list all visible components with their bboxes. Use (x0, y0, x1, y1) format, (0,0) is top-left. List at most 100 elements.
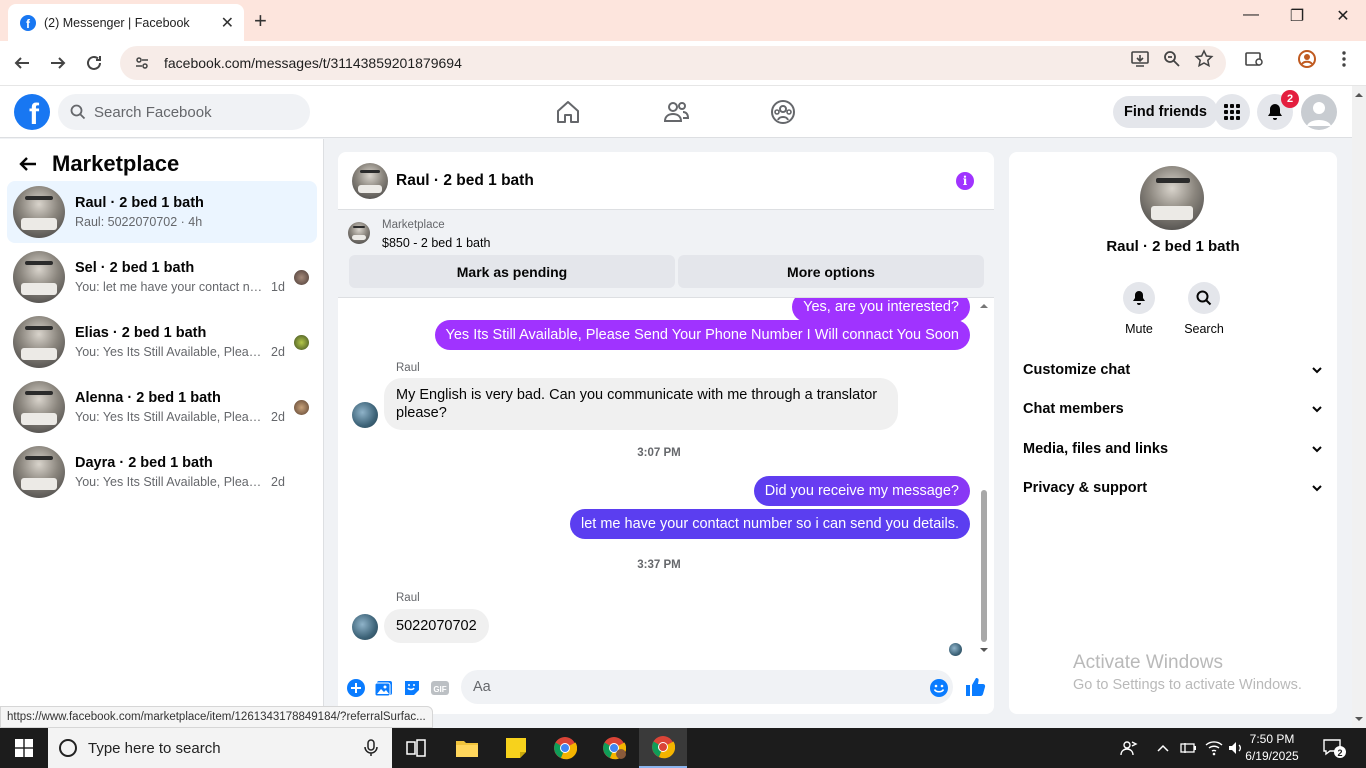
outgoing-message: Did you receive my message? (753, 476, 970, 506)
media-files-links-section[interactable]: Media, files and links (1023, 435, 1323, 463)
conversation-name: Raul · 2 bed 1 bath (75, 195, 204, 211)
sticker-icon[interactable] (402, 678, 422, 698)
wifi-icon[interactable] (1205, 728, 1223, 768)
listing-price[interactable]: $850 - 2 bed 1 bath (382, 236, 490, 250)
chat-scrollbar[interactable] (980, 302, 988, 652)
activate-windows-title: Activate Windows (1073, 652, 1223, 673)
windows-start-icon[interactable] (0, 728, 48, 768)
listing-thumbnail[interactable] (348, 222, 370, 244)
find-friends-button[interactable]: Find friends (1113, 96, 1218, 128)
chat-title[interactable]: Raul · 2 bed 1 bath (396, 172, 534, 190)
taskbar-clock[interactable]: 7:50 PM 6/19/2025 (1236, 731, 1308, 765)
sidebar-header: Marketplace (18, 151, 179, 177)
conversation-item[interactable]: Dayra · 2 bed 1 bath You: Yes Its Still … (7, 441, 317, 503)
back-icon[interactable] (10, 51, 34, 75)
chat-details-panel: Raul · 2 bed 1 bath Mute Search Customiz… (1009, 152, 1337, 714)
like-icon[interactable] (964, 676, 986, 696)
conversation-time: 1d (271, 280, 285, 294)
zoom-icon[interactable] (1162, 49, 1182, 69)
forward-icon[interactable] (46, 51, 70, 75)
message-input[interactable] (461, 670, 953, 704)
address-bar[interactable]: facebook.com/messages/t/3114385920187969… (120, 46, 1226, 80)
conversation-time: 2d (271, 410, 285, 424)
search-in-chat-button[interactable]: Search (1174, 282, 1234, 336)
sender-avatar[interactable] (352, 614, 378, 640)
taskbar-search[interactable] (48, 728, 392, 768)
search-icon (1196, 290, 1212, 306)
browser-menu-icon[interactable] (1334, 49, 1354, 69)
conversation-item[interactable]: Sel · 2 bed 1 bath You: let me have your… (7, 246, 317, 308)
profile-icon[interactable] (1297, 49, 1317, 69)
action-center-icon[interactable]: 2 (1322, 728, 1346, 768)
back-arrow-icon[interactable] (18, 154, 38, 174)
more-options-button[interactable]: More options (678, 255, 984, 288)
menu-grid-icon[interactable] (1214, 94, 1250, 130)
people-icon[interactable] (1120, 728, 1138, 768)
show-hidden-icons-icon[interactable] (1156, 728, 1170, 768)
page-scrollbar[interactable] (1352, 86, 1366, 728)
chat-header: Raul · 2 bed 1 bath i (338, 152, 994, 210)
conversation-name: Alenna · 2 bed 1 bath (75, 390, 221, 406)
chrome-icon[interactable] (541, 728, 589, 768)
tab-close-icon[interactable]: ✕ (221, 13, 234, 33)
chevron-down-icon (1312, 406, 1322, 413)
reading-list-icon[interactable] (1244, 49, 1264, 69)
facebook-search[interactable] (58, 94, 310, 130)
privacy-support-section[interactable]: Privacy & support (1023, 474, 1323, 502)
sender-avatar[interactable] (352, 402, 378, 428)
conversation-preview: Raul: 5022070702 · 4h (75, 215, 203, 229)
microphone-icon[interactable] (364, 739, 378, 757)
listing-thumbnail (13, 186, 65, 238)
photo-icon[interactable] (374, 678, 394, 698)
battery-icon[interactable] (1180, 728, 1198, 768)
clock-time: 7:50 PM (1249, 732, 1295, 746)
chat-members-section[interactable]: Chat members (1023, 395, 1323, 423)
home-icon[interactable] (554, 98, 582, 126)
bookmark-star-icon[interactable] (1194, 49, 1214, 69)
browser-tab[interactable]: f (2) Messenger | Facebook ✕ (8, 4, 244, 41)
mute-button[interactable]: Mute (1109, 282, 1169, 336)
scrollbar-thumb[interactable] (981, 490, 987, 642)
sticky-notes-icon[interactable] (492, 728, 540, 768)
conversation-name: Sel · 2 bed 1 bath (75, 260, 195, 276)
reload-icon[interactable] (82, 51, 106, 75)
restore-icon[interactable]: ❐ (1274, 6, 1320, 26)
customize-chat-section[interactable]: Customize chat (1023, 356, 1323, 384)
incoming-message: My English is very bad. Can you communic… (384, 378, 898, 430)
section-label: Chat members (1023, 401, 1124, 417)
conversation-time: 2d (271, 345, 285, 359)
conversation-item[interactable]: Alenna · 2 bed 1 bath You: Yes Its Still… (7, 376, 317, 438)
gif-icon[interactable]: GIF (430, 678, 450, 698)
conversation-item[interactable]: Raul · 2 bed 1 bath Raul: 5022070702 · 4… (7, 181, 317, 243)
file-explorer-icon[interactable] (443, 728, 491, 768)
chevron-down-icon (1312, 485, 1322, 492)
site-settings-icon[interactable] (134, 55, 150, 71)
install-app-icon[interactable] (1130, 49, 1150, 69)
plus-icon[interactable] (346, 678, 366, 698)
message-composer: GIF (338, 666, 994, 710)
minimize-icon[interactable]: — (1228, 6, 1274, 24)
conversation-item[interactable]: Elias · 2 bed 1 bath You: Yes Its Still … (7, 311, 317, 373)
emoji-icon[interactable] (929, 678, 949, 698)
info-icon[interactable]: i (956, 172, 974, 190)
friends-icon[interactable] (662, 98, 690, 126)
details-thumbnail[interactable] (1140, 166, 1204, 230)
chrome-profile-icon[interactable] (590, 728, 638, 768)
account-avatar[interactable] (1301, 94, 1337, 130)
facebook-search-input[interactable] (94, 103, 284, 121)
window-close-icon[interactable]: ✕ (1320, 6, 1366, 26)
chevron-down-icon (1312, 367, 1322, 374)
mute-label: Mute (1125, 322, 1153, 336)
groups-icon[interactable] (769, 98, 797, 126)
svg-text:GIF: GIF (433, 685, 446, 694)
mark-as-pending-button[interactable]: Mark as pending (349, 255, 675, 288)
chrome-active-icon[interactable] (639, 728, 687, 768)
new-tab-icon[interactable]: + (254, 8, 267, 34)
chevron-down-icon (1312, 446, 1322, 453)
chat-thumbnail[interactable] (352, 162, 388, 199)
details-name: Raul · 2 bed 1 bath (1106, 238, 1240, 255)
facebook-logo-icon[interactable]: f (14, 94, 50, 130)
incoming-message: 5022070702 (384, 609, 489, 643)
task-view-icon[interactable] (392, 728, 440, 768)
taskbar-search-input[interactable] (88, 739, 348, 757)
